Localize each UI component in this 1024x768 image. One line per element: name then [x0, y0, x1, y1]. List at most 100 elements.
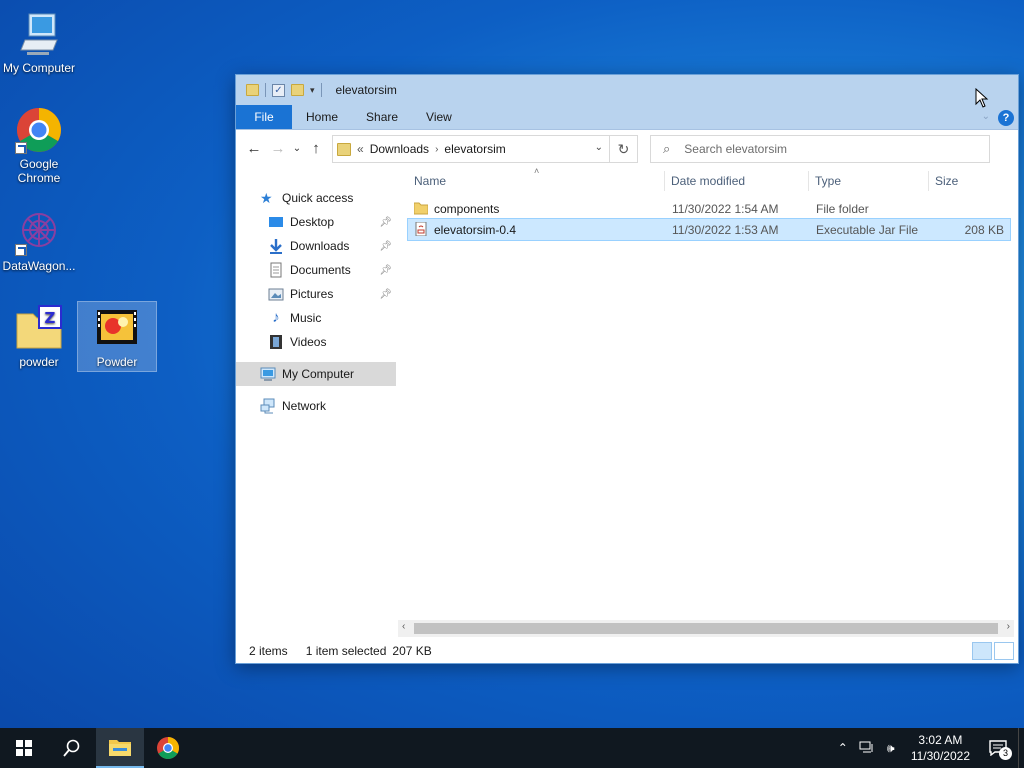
file-list: ˄ Name Date modified Type Size component… — [407, 166, 1011, 639]
show-hidden-icons-chevron-icon[interactable]: ⌃ — [831, 741, 855, 755]
column-header-type[interactable]: Type — [808, 171, 926, 191]
refresh-icon[interactable]: ↻ — [610, 135, 638, 163]
desktop-icon-label: Powder — [96, 355, 138, 369]
desktop-icon-label: DataWagon... — [2, 259, 76, 273]
up-arrow-icon[interactable]: ↑ — [304, 137, 328, 161]
desktop-icon-label: powder — [19, 355, 59, 369]
folder-icon — [413, 201, 429, 215]
nav-pictures[interactable]: Pictures 📌︎ — [236, 282, 396, 306]
tab-home[interactable]: Home — [292, 105, 352, 129]
column-header-date-modified[interactable]: Date modified — [664, 171, 806, 191]
horizontal-scrollbar[interactable]: ‹ › — [398, 620, 1014, 637]
nav-videos[interactable]: Videos — [236, 330, 396, 354]
expand-ribbon-icon[interactable]: ⌄ — [982, 111, 990, 122]
tab-share[interactable]: Share — [352, 105, 412, 129]
mouse-cursor-icon — [975, 88, 989, 108]
breadcrumb-overflow[interactable]: « — [357, 142, 364, 156]
details-view-icon[interactable] — [972, 642, 992, 660]
forward-arrow-icon[interactable]: → — [266, 137, 290, 161]
breadcrumb-downloads[interactable]: Downloads — [370, 142, 429, 156]
scroll-right-icon[interactable]: › — [1007, 621, 1010, 632]
large-icons-view-icon[interactable] — [994, 642, 1014, 660]
nav-label: Network — [282, 399, 327, 413]
column-header-name[interactable]: Name — [408, 171, 662, 191]
computer-icon — [15, 10, 63, 58]
scrollbar-thumb[interactable] — [414, 623, 998, 634]
customize-toolbar-icon[interactable]: ▾ — [310, 85, 315, 96]
navigation-bar: ← → ⌄ ↑ « Downloads › elevatorsim ⌄ ↻ ⌕ … — [236, 130, 1018, 168]
pin-icon[interactable]: 📌︎ — [379, 289, 392, 300]
nav-label: Downloads — [290, 239, 350, 253]
pin-icon[interactable]: 📌︎ — [379, 241, 392, 252]
system-tray: ⌃ 🕪︎ 3:02 AM 11/30/2022 3 — [831, 728, 1024, 768]
desktop-icon-powder-zip[interactable]: Z powder — [0, 304, 78, 369]
chrome-icon — [157, 737, 179, 759]
window-title: elevatorsim — [335, 83, 397, 97]
tab-file[interactable]: File — [236, 105, 292, 129]
pin-icon[interactable]: 📌︎ — [379, 265, 392, 276]
column-header-row: ˄ Name Date modified Type Size — [408, 166, 1010, 196]
desktop-icon-label: Google Chrome — [17, 157, 61, 185]
desktop-icon-datawagon[interactable]: DataWagon... — [0, 208, 78, 273]
chrome-icon — [15, 106, 63, 154]
search-button[interactable] — [48, 728, 96, 768]
divider — [265, 83, 266, 97]
file-row[interactable]: elevatorsim-0.4 11/30/2022 1:53 AM Execu… — [407, 218, 1011, 241]
new-folder-icon[interactable] — [291, 84, 304, 96]
clock-date: 11/30/2022 — [910, 749, 970, 763]
clock-time: 3:02 AM — [918, 733, 963, 747]
title-bar[interactable]: ✓ ▾ elevatorsim — [236, 75, 1018, 105]
column-header-size[interactable]: Size — [928, 171, 1004, 191]
scroll-left-icon[interactable]: ‹ — [402, 621, 405, 632]
search-input[interactable]: ⌕ Search elevatorsim — [650, 135, 990, 163]
desktop-icon-google-chrome[interactable]: Google Chrome — [0, 106, 78, 185]
search-placeholder: Search elevatorsim — [684, 142, 787, 156]
shortcut-arrow-icon — [15, 244, 27, 256]
svg-text:Z: Z — [45, 309, 56, 327]
tab-view[interactable]: View — [412, 105, 466, 129]
file-explorer-icon — [109, 740, 131, 756]
divider — [320, 83, 322, 97]
breadcrumb-separator-icon[interactable]: › — [435, 144, 438, 155]
nav-documents[interactable]: Documents 📌︎ — [236, 258, 396, 282]
content-area: ★ Quick access Desktop 📌︎ Downloads 📌︎ D… — [236, 166, 1018, 663]
nav-my-computer[interactable]: My Computer — [236, 362, 396, 386]
search-icon — [63, 739, 80, 757]
file-date: 11/30/2022 1:53 AM — [672, 223, 779, 237]
taskbar-file-explorer[interactable] — [96, 728, 144, 768]
nav-desktop[interactable]: Desktop 📌︎ — [236, 210, 396, 234]
video-file-icon — [93, 304, 141, 352]
show-desktop-button[interactable] — [1018, 728, 1024, 768]
nav-downloads[interactable]: Downloads 📌︎ — [236, 234, 396, 258]
file-row[interactable]: components 11/30/2022 1:54 AM File folde… — [408, 198, 1010, 219]
breadcrumb-elevatorsim[interactable]: elevatorsim — [444, 142, 505, 156]
desktop-icon-my-computer[interactable]: My Computer — [0, 10, 78, 75]
desktop-icon-powder-video[interactable]: Powder — [77, 301, 157, 372]
notification-count-badge: 3 — [999, 747, 1012, 760]
download-icon — [268, 238, 284, 254]
start-button[interactable] — [0, 728, 48, 768]
network-icon[interactable] — [855, 740, 879, 757]
nav-label: Desktop — [290, 215, 335, 229]
nav-label: Music — [290, 311, 322, 325]
action-center-button[interactable]: 3 — [978, 728, 1018, 768]
volume-icon[interactable]: 🕪︎ — [879, 741, 903, 756]
properties-icon[interactable]: ✓ — [272, 83, 285, 97]
clock[interactable]: 3:02 AM 11/30/2022 — [903, 732, 978, 764]
taskbar-google-chrome[interactable] — [144, 728, 192, 768]
nav-quick-access[interactable]: ★ Quick access — [236, 186, 396, 210]
file-explorer-window[interactable]: ✓ ▾ elevatorsim File Home Share View ⌄ ?… — [235, 74, 1019, 664]
back-arrow-icon[interactable]: ← — [242, 137, 266, 161]
address-bar[interactable]: « Downloads › elevatorsim ⌄ — [332, 135, 610, 163]
document-icon — [268, 262, 284, 278]
nav-label: My Computer — [282, 367, 355, 381]
nav-music[interactable]: ♪ Music — [236, 306, 396, 330]
file-date: 11/30/2022 1:54 AM — [672, 202, 779, 216]
selection-count: 1 item selected — [305, 644, 387, 658]
help-icon[interactable]: ? — [998, 110, 1014, 126]
windows-logo-icon — [16, 740, 32, 756]
nav-network[interactable]: Network — [236, 394, 396, 418]
chevron-down-icon[interactable]: ⌄ — [595, 142, 603, 153]
recent-locations-chevron-icon[interactable]: ⌄ — [290, 137, 304, 161]
pin-icon[interactable]: 📌︎ — [379, 217, 392, 228]
